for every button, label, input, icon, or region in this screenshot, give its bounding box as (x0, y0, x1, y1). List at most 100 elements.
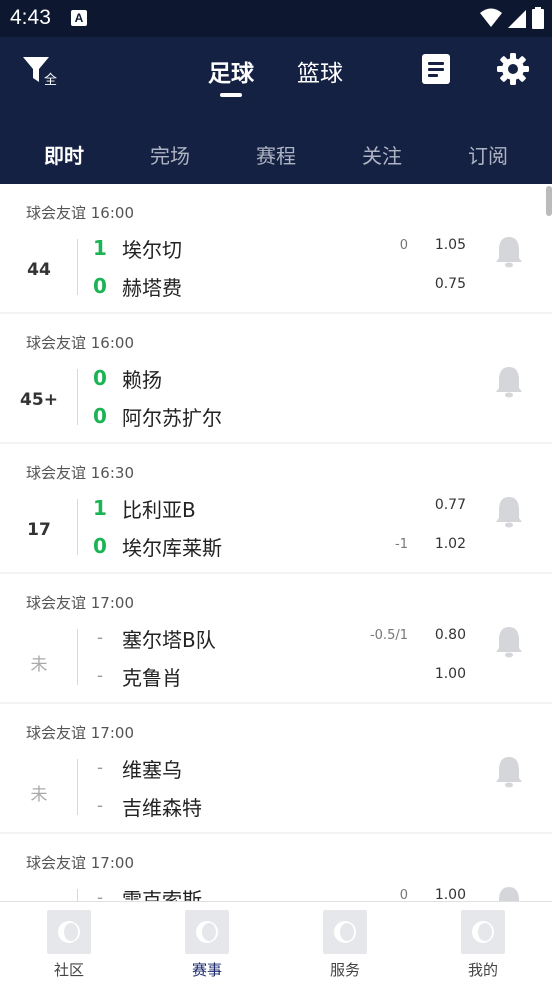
home-score: - (96, 628, 104, 648)
away-team: 赫塔费 (122, 275, 182, 300)
bell-icon[interactable] (495, 496, 523, 528)
list-scrollbar[interactable] (546, 186, 552, 216)
tab-followed[interactable]: 关注 (329, 140, 435, 169)
home-row: 1 埃尔切 (90, 236, 182, 262)
bell-icon[interactable] (495, 236, 523, 268)
bottom-navigation: 社区 赛事 服务 我的 (0, 901, 552, 983)
away-row: - 克鲁肖 (90, 664, 182, 690)
home-handicap: -0.5/1 (369, 628, 408, 643)
tab-schedule[interactable]: 赛程 (223, 140, 329, 169)
bell-icon[interactable] (495, 756, 523, 788)
divider (77, 499, 78, 555)
away-team: 阿尔苏扩尔 (122, 405, 222, 430)
match-minute: 45+ (20, 390, 58, 410)
home-row: 1 比利亚B (90, 496, 196, 522)
divider (77, 759, 78, 815)
home-handicap: 0 (399, 888, 408, 901)
home-score: 1 (93, 496, 107, 520)
league-time: 球会友谊 16:30 (26, 464, 134, 482)
nav-community[interactable]: 社区 (19, 910, 119, 980)
matches-icon (185, 910, 229, 954)
profile-icon (461, 910, 505, 954)
home-team: 塞尔塔B队 (122, 627, 216, 652)
away-odds: 1.02 (434, 536, 466, 552)
home-row: - 塞尔塔B队 (90, 626, 216, 652)
away-score: - (96, 796, 104, 816)
home-score: 1 (93, 236, 107, 260)
home-team: 雷克索斯 (122, 887, 202, 902)
status-time: 4:43 (10, 6, 51, 29)
home-odds: 0.80 (434, 627, 466, 643)
system-icons (480, 7, 544, 29)
home-score: - (96, 888, 104, 901)
filter-all-label: 全 (44, 73, 58, 88)
away-team: 克鲁肖 (122, 665, 182, 690)
tab-football[interactable]: 足球 (208, 54, 254, 97)
match-minute: 未 (30, 655, 48, 675)
home-team: 赖扬 (122, 367, 162, 392)
away-score: 0 (93, 274, 107, 298)
app-header: 全 足球 篮球 即时 完场 赛程 关注 订阅 (0, 37, 552, 184)
match-status-tabs: 即时 完场 赛程 关注 订阅 (0, 140, 552, 176)
away-score: - (96, 666, 104, 686)
gear-icon[interactable] (497, 53, 529, 85)
away-row: 0 赫塔费 (90, 274, 182, 300)
services-icon (323, 910, 367, 954)
bell-icon[interactable] (495, 626, 523, 658)
nav-label: 我的 (467, 961, 498, 979)
nav-profile[interactable]: 我的 (433, 910, 533, 980)
home-team: 埃尔切 (122, 237, 182, 262)
home-row: 0 赖扬 (90, 366, 162, 392)
league-time: 球会友谊 17:00 (26, 724, 134, 742)
match-minute: 未 (30, 785, 48, 805)
away-row: - 吉维森特 (90, 794, 202, 820)
nav-label: 社区 (53, 961, 84, 979)
league-time: 球会友谊 17:00 (26, 594, 134, 612)
community-icon (47, 910, 91, 954)
sim-icon: A (71, 10, 87, 26)
league-time: 球会友谊 16:00 (26, 334, 134, 352)
home-score: 0 (93, 366, 107, 390)
home-odds: 1.00 (434, 887, 466, 901)
league-time: 球会友谊 16:00 (26, 204, 134, 222)
bell-icon[interactable] (495, 886, 523, 901)
match-card[interactable]: 球会友谊 17:00 未 - 塞尔塔B队 - 克鲁肖 -0.5/1 0.80 1… (0, 574, 552, 702)
away-odds: 1.00 (434, 666, 466, 682)
status-bar: 4:43 A (0, 0, 552, 37)
home-score: - (96, 758, 104, 778)
divider (77, 629, 78, 685)
tab-basketball[interactable]: 篮球 (297, 54, 343, 88)
battery-icon (532, 7, 544, 29)
bell-icon[interactable] (495, 366, 523, 398)
tab-finished[interactable]: 完场 (117, 140, 223, 169)
match-card[interactable]: 球会友谊 16:00 45+ 0 赖扬 0 阿尔苏扩尔 (0, 314, 552, 442)
match-card[interactable]: 球会友谊 17:00 - 雷克索斯 - 0 1.00 (0, 834, 552, 901)
away-team: 埃尔库莱斯 (122, 535, 222, 560)
filter-button[interactable]: 全 (22, 55, 62, 89)
divider (77, 889, 78, 901)
away-score: 0 (93, 534, 107, 558)
nav-matches[interactable]: 赛事 (157, 910, 257, 980)
match-card[interactable]: 球会友谊 16:00 44 1 埃尔切 0 赫塔费 0 1.05 0.75 (0, 184, 552, 312)
signal-icon (508, 10, 526, 28)
away-row: 0 埃尔库莱斯 (90, 534, 222, 560)
match-minute: 44 (27, 260, 51, 280)
home-team: 维塞乌 (122, 757, 182, 782)
home-odds: 0.77 (434, 497, 466, 513)
match-card[interactable]: 球会友谊 16:30 17 1 比利亚B 0 埃尔库莱斯 0.77 -1 1.0… (0, 444, 552, 572)
divider (77, 369, 78, 425)
league-time: 球会友谊 17:00 (26, 854, 134, 872)
document-icon[interactable] (422, 54, 450, 84)
away-team: 吉维森特 (122, 795, 202, 820)
nav-services[interactable]: 服务 (295, 910, 395, 980)
home-team: 比利亚B (122, 497, 196, 522)
home-odds: 1.05 (434, 237, 466, 253)
divider (77, 239, 78, 295)
match-card[interactable]: 球会友谊 17:00 未 - 维塞乌 - 吉维森特 (0, 704, 552, 832)
tab-subscribed[interactable]: 订阅 (435, 140, 541, 169)
wifi-icon (480, 8, 502, 27)
home-row: - 维塞乌 (90, 756, 182, 782)
match-list[interactable]: 球会友谊 16:00 44 1 埃尔切 0 赫塔费 0 1.05 0.75 球会… (0, 184, 552, 901)
tab-live[interactable]: 即时 (11, 140, 117, 169)
match-minute: 17 (27, 520, 51, 540)
